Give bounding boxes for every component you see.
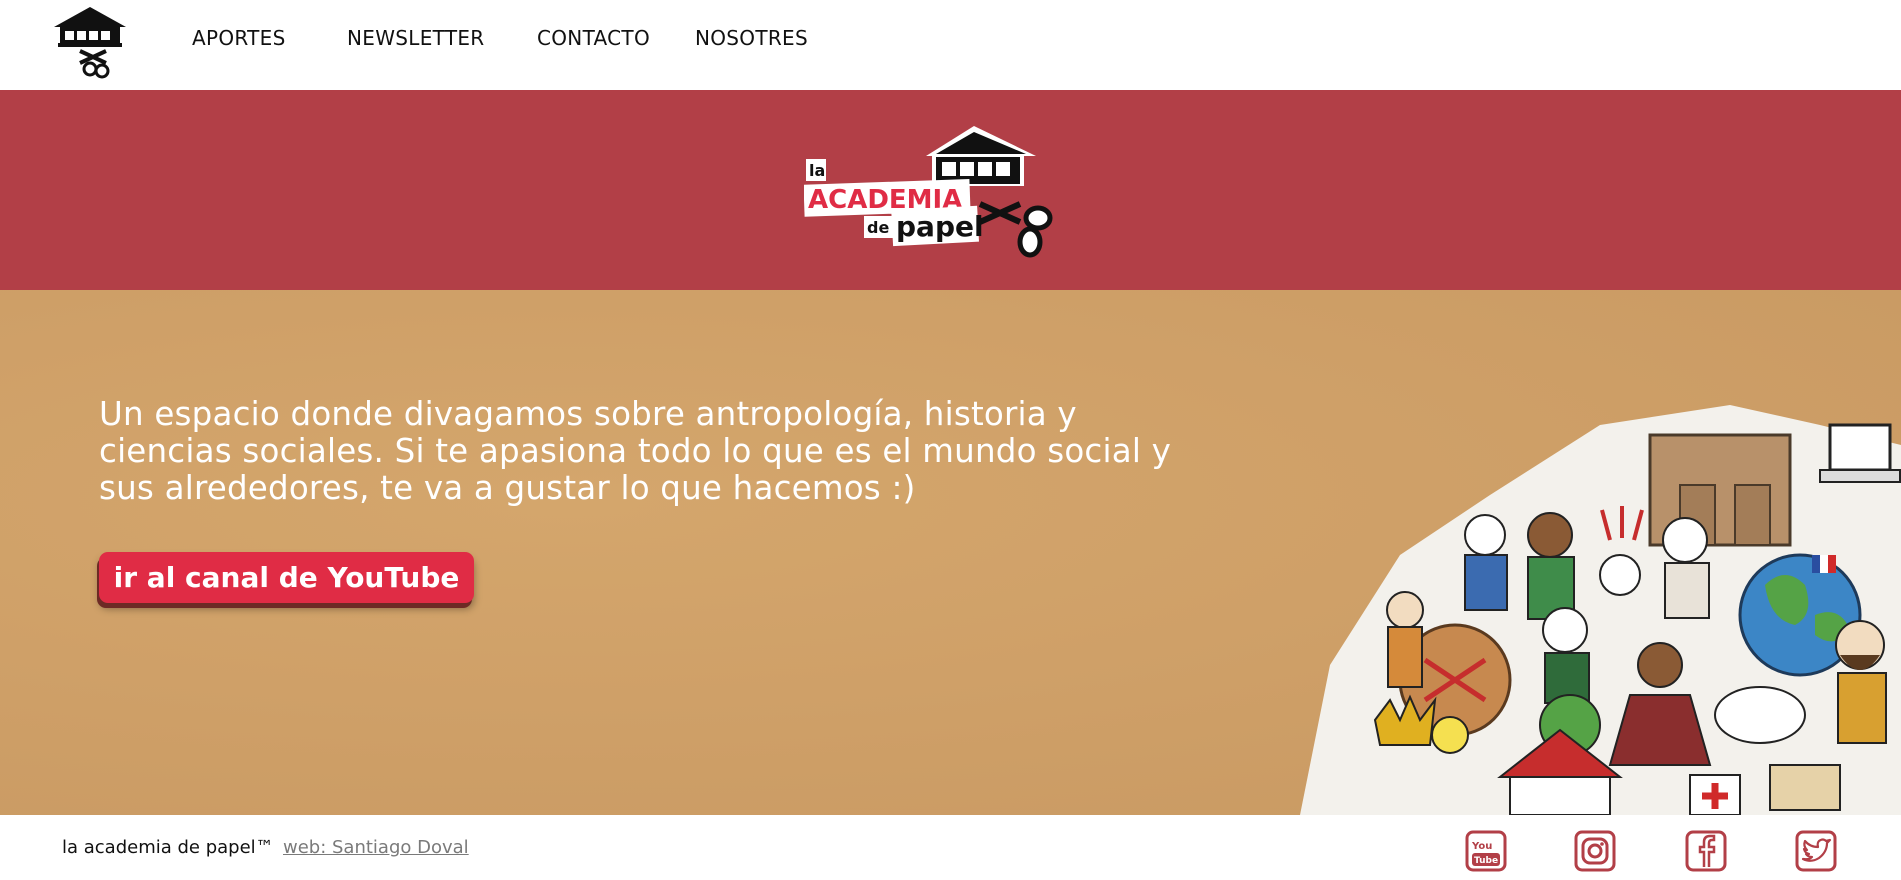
facebook-icon[interactable] — [1684, 829, 1728, 873]
logo-word-de: de — [867, 218, 889, 237]
logo-word-la: la — [809, 161, 825, 180]
instagram-icon[interactable] — [1573, 829, 1617, 873]
svg-text:Tube: Tube — [1474, 856, 1498, 866]
nav-link-aportes[interactable]: APORTES — [192, 26, 286, 50]
nav-link-contacto[interactable]: CONTACTO — [537, 26, 650, 50]
site-footer: la academia de papel™ web: Santiago Dova… — [0, 815, 1901, 880]
paper-cutout-collage-illustration — [1300, 405, 1901, 815]
youtube-icon[interactable]: You Tube — [1464, 829, 1508, 873]
hero-banner: la ACADEMIA de papel — [0, 90, 1901, 290]
logo-word-papel: papel — [896, 210, 984, 243]
hero-description: Un espacio donde divagamos sobre antropo… — [99, 395, 1172, 507]
academia-de-papel-logo: la ACADEMIA de papel — [804, 126, 1053, 258]
twitter-icon[interactable] — [1794, 829, 1838, 873]
youtube-channel-button[interactable]: ir al canal de YouTube — [99, 552, 474, 603]
hero-section: Un espacio donde divagamos sobre antropo… — [0, 290, 1901, 815]
nav-link-nosotres[interactable]: NOSOTRES — [695, 26, 808, 50]
top-navigation: APORTES NEWSLETTER CONTACTO NOSOTRES — [0, 0, 1901, 90]
footer-credit-link[interactable]: web: Santiago Doval — [283, 837, 469, 858]
home-logo-icon[interactable] — [50, 3, 130, 81]
footer-brand: la academia de papel™ — [62, 837, 274, 858]
nav-link-newsletter[interactable]: NEWSLETTER — [347, 26, 484, 50]
svg-text:You: You — [1471, 841, 1492, 852]
